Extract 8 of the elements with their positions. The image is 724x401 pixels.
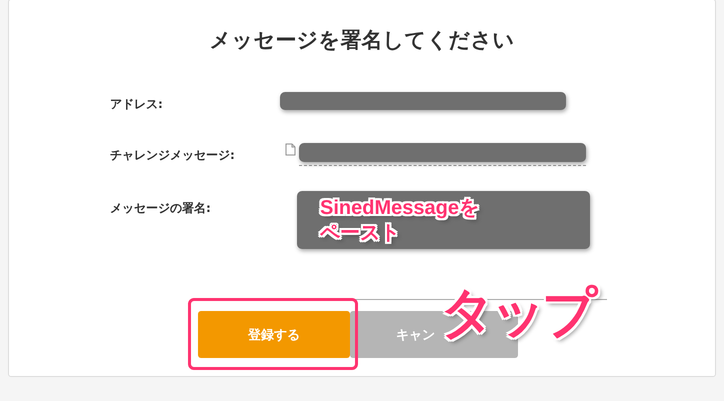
document-icon <box>285 143 296 156</box>
annotation-text: SinedMessageを <box>320 196 479 221</box>
register-button[interactable]: 登録する <box>198 311 350 358</box>
field-label: メッセージの署名: <box>110 200 212 217</box>
field-label: アドレス: <box>110 96 164 113</box>
dialog-title: メッセージを署名してください <box>208 27 516 54</box>
annotation-text: ペースト <box>320 221 400 246</box>
field-label: チャレンジメッセージ: <box>110 147 236 164</box>
